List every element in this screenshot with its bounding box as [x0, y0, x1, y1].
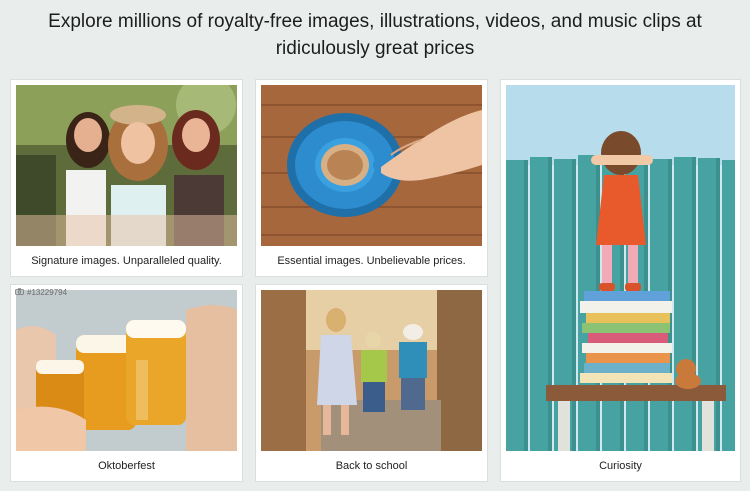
card-back-to-school[interactable]: Back to school — [256, 285, 487, 481]
card-caption: Back to school — [335, 460, 408, 472]
image-id-badge: #13229794 — [15, 288, 67, 297]
card-essential-images[interactable]: Essential images. Unbelievable prices. — [256, 80, 487, 276]
coffee-cup-image[interactable] — [261, 85, 482, 246]
card-caption: Essential images. Unbelievable prices. — [277, 255, 466, 267]
page-headline: Explore millions of royalty-free images,… — [48, 11, 702, 59]
oktoberfest-beer-image[interactable] — [16, 290, 237, 451]
card-oktoberfest[interactable]: #13229794 Oktoberfest — [11, 285, 242, 481]
card-caption: Oktoberfest — [98, 460, 155, 472]
friends-selfie-image[interactable] — [16, 85, 237, 246]
back-to-school-image[interactable] — [261, 290, 482, 451]
camera-icon — [15, 288, 24, 297]
card-caption: Signature images. Unparalleled quality. — [31, 255, 222, 267]
curiosity-illustration[interactable] — [506, 85, 735, 451]
card-curiosity[interactable]: Curiosity — [501, 80, 740, 481]
card-caption: Curiosity — [599, 460, 642, 472]
image-id-text: #13229794 — [27, 288, 68, 297]
card-signature-images[interactable]: Signature images. Unparalleled quality. — [11, 80, 242, 276]
